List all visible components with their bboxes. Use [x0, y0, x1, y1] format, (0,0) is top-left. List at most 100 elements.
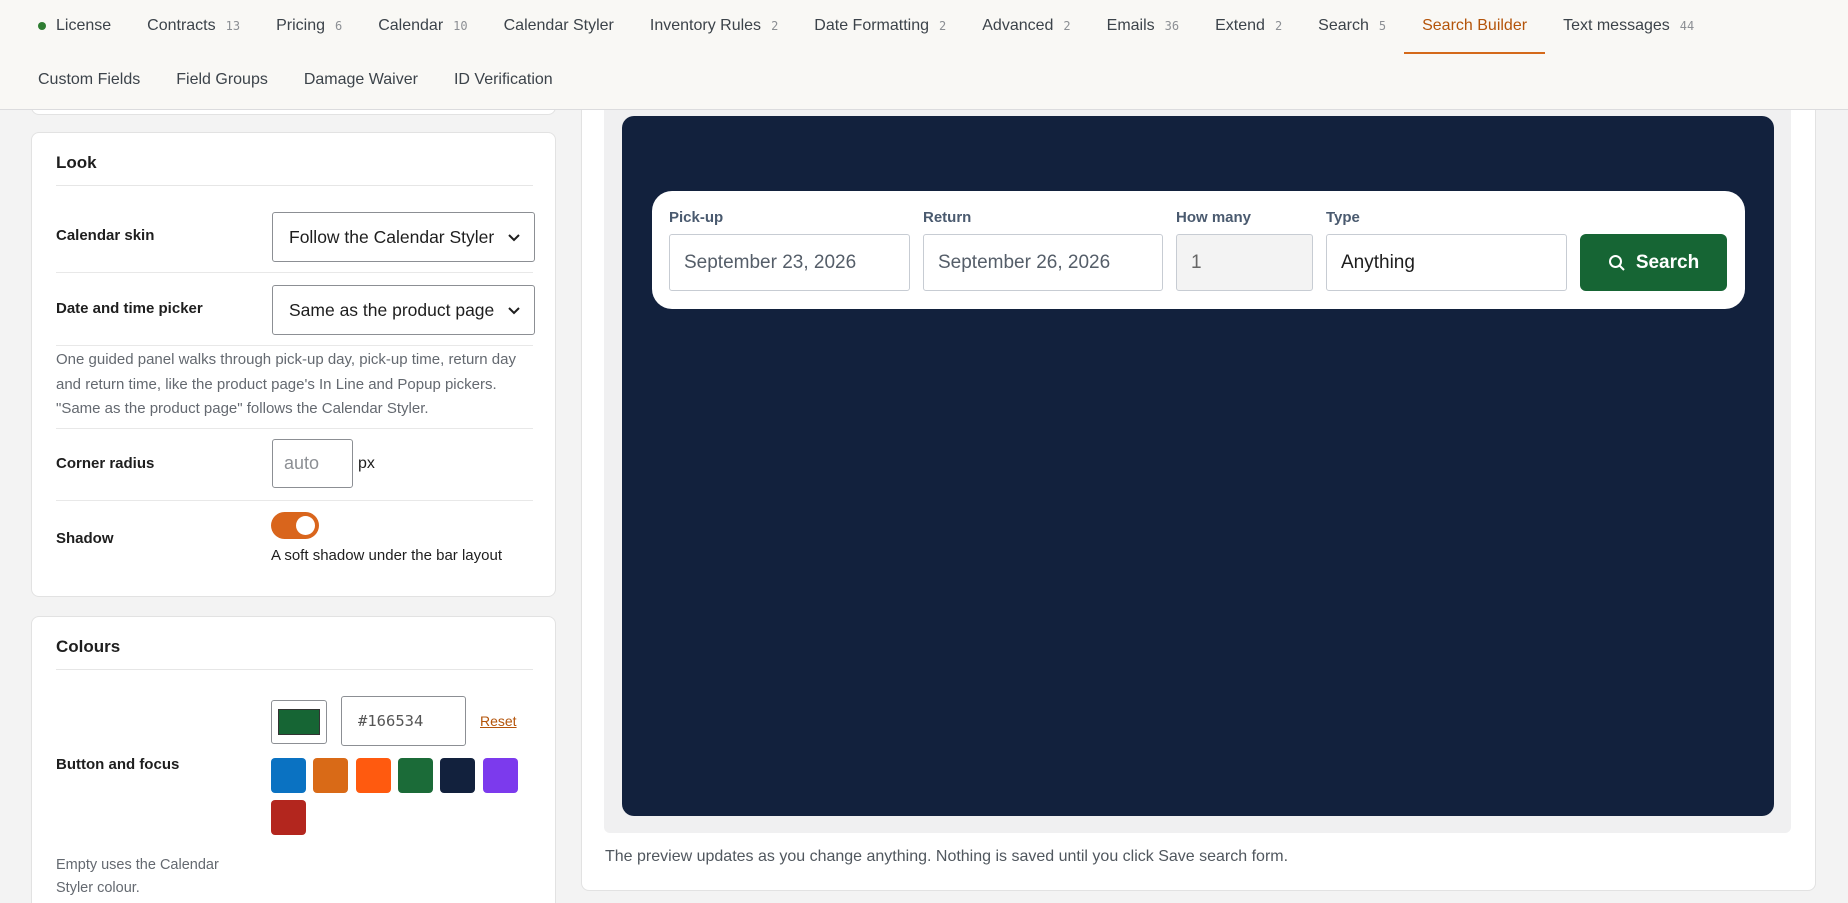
tab-date-formatting[interactable]: Date Formatting 2: [796, 0, 964, 52]
color-swatch-purple[interactable]: [483, 758, 518, 793]
tab-custom-fields[interactable]: Custom Fields: [20, 54, 158, 106]
tab-row-secondary: Custom Fields Field Groups Damage Waiver…: [20, 54, 571, 106]
color-swatch-blue[interactable]: [271, 758, 306, 793]
reset-color-link[interactable]: Reset: [480, 713, 517, 729]
tab-pricing[interactable]: Pricing 6: [258, 0, 360, 52]
type-label: Type: [1326, 209, 1360, 226]
picker-value: Same as the product page: [289, 299, 495, 320]
tab-calendar[interactable]: Calendar 10: [360, 0, 485, 52]
corner-radius-label: Corner radius: [56, 455, 155, 472]
colours-card: Colours #166534 Reset Button and focus E…: [31, 616, 556, 903]
pickup-label: Pick-up: [669, 209, 724, 226]
color-swatch-orange[interactable]: [313, 758, 348, 793]
date-time-picker-select[interactable]: Same as the product page: [272, 285, 535, 335]
picker-help-text: One guided panel walks through pick-up d…: [56, 351, 516, 417]
tab-label: Field Groups: [176, 71, 268, 88]
tab-text-messages[interactable]: Text messages 44: [1545, 0, 1712, 52]
chevron-down-icon: [508, 234, 520, 242]
tab-count: 2: [1063, 19, 1071, 33]
tab-inventory-rules[interactable]: Inventory Rules 2: [632, 0, 796, 52]
tab-label: ID Verification: [453, 71, 553, 88]
current-color-fill: [278, 709, 320, 735]
corner-radius-placeholder: auto: [284, 453, 320, 473]
tab-count: 13: [225, 19, 241, 33]
calendar-skin-label: Calendar skin: [56, 227, 155, 244]
preview-note: The preview updates as you change anythi…: [605, 848, 1289, 865]
color-swatch-dark-red[interactable]: [271, 800, 306, 835]
calendar-skin-select[interactable]: Follow the Calendar Styler: [272, 212, 535, 262]
look-card: Look Calendar skin Follow the Calendar S…: [31, 132, 556, 597]
colours-title: Colours: [56, 637, 121, 656]
look-title: Look: [56, 153, 97, 172]
tab-count: 36: [1164, 19, 1180, 33]
type-value: Anything: [1341, 251, 1415, 273]
license-status-dot: [38, 22, 46, 30]
tab-label: Damage Waiver: [303, 71, 418, 88]
pickup-date-input[interactable]: September 23, 2026: [669, 234, 910, 291]
tab-label: Advanced: [982, 17, 1054, 34]
tab-contracts[interactable]: Contracts 13: [129, 0, 258, 52]
tab-count: 2: [1274, 19, 1283, 33]
return-date-value: September 26, 2026: [938, 251, 1111, 273]
tab-label: Custom Fields: [38, 71, 141, 88]
search-button-label: Search: [1635, 251, 1700, 273]
divider: [56, 345, 533, 346]
return-date-input[interactable]: September 26, 2026: [923, 234, 1163, 291]
shadow-toggle[interactable]: [271, 512, 319, 539]
tab-emails[interactable]: Emails 36: [1089, 0, 1197, 52]
pickup-date-value: September 23, 2026: [684, 251, 857, 273]
divider: [56, 669, 533, 670]
tab-label: Extend: [1215, 17, 1265, 34]
corner-radius-unit: px: [358, 455, 375, 472]
tab-label: Emails: [1106, 17, 1155, 34]
tab-label: License: [56, 17, 112, 34]
tab-label: Calendar: [378, 17, 444, 34]
color-swatch-green[interactable]: [398, 758, 433, 793]
tab-count: 10: [453, 19, 468, 33]
tab-id-verification[interactable]: ID Verification: [436, 54, 571, 106]
tab-count: 5: [1378, 19, 1387, 33]
chevron-down-icon: [508, 307, 520, 315]
hex-value: #166534: [358, 712, 424, 730]
divider: [56, 500, 533, 501]
corner-radius-input[interactable]: auto: [272, 439, 353, 488]
empty-color-note: Empty uses the Calendar Styler colour.: [56, 857, 219, 896]
tab-count: 2: [771, 19, 779, 33]
tab-label: Contracts: [147, 17, 216, 34]
tab-label: Search Builder: [1422, 17, 1528, 34]
tab-label: Search: [1318, 17, 1369, 34]
tab-count: 2: [939, 19, 947, 33]
tab-advanced[interactable]: Advanced 2: [964, 0, 1088, 52]
shadow-label: Shadow: [56, 530, 114, 547]
search-icon: [1608, 254, 1625, 271]
tab-label: Text messages: [1563, 17, 1670, 34]
tab-count: 44: [1679, 19, 1695, 33]
settings-tab-bar: License Contracts 13 Pricing 6 Calendar 10 …: [0, 0, 1848, 110]
tab-label: Date Formatting: [814, 17, 930, 34]
tab-label: Pricing: [276, 17, 325, 34]
tab-license[interactable]: License: [20, 0, 129, 52]
tab-field-groups[interactable]: Field Groups: [158, 54, 286, 106]
type-select[interactable]: Anything: [1326, 234, 1567, 291]
return-label: Return: [923, 209, 972, 226]
button-color-hex-input[interactable]: #166534: [341, 696, 466, 746]
tab-search-builder[interactable]: Search Builder: [1404, 0, 1546, 54]
how-many-label: How many: [1176, 209, 1252, 226]
color-swatch-navy[interactable]: [440, 758, 475, 793]
color-swatch-red-orange[interactable]: [356, 758, 391, 793]
divider: [56, 272, 533, 273]
picker-label: Date and time picker: [56, 300, 203, 317]
button-color-picker[interactable]: [271, 700, 327, 744]
tab-count: 6: [334, 19, 343, 33]
calendar-skin-value: Follow the Calendar Styler: [289, 226, 495, 247]
search-button[interactable]: Search: [1580, 234, 1727, 291]
tab-damage-waiver[interactable]: Damage Waiver: [286, 54, 436, 106]
divider: [56, 428, 533, 429]
tab-label: Inventory Rules: [649, 17, 762, 34]
tab-search[interactable]: Search 5: [1300, 0, 1404, 52]
tab-calendar-styler[interactable]: Calendar Styler: [486, 0, 632, 52]
tab-row-primary: License Contracts 13 Pricing 6 Calendar 10 …: [20, 0, 1712, 54]
button-focus-label: Button and focus: [56, 756, 180, 773]
tab-extend[interactable]: Extend 2: [1197, 0, 1300, 52]
quantity-input[interactable]: 1: [1176, 234, 1313, 291]
